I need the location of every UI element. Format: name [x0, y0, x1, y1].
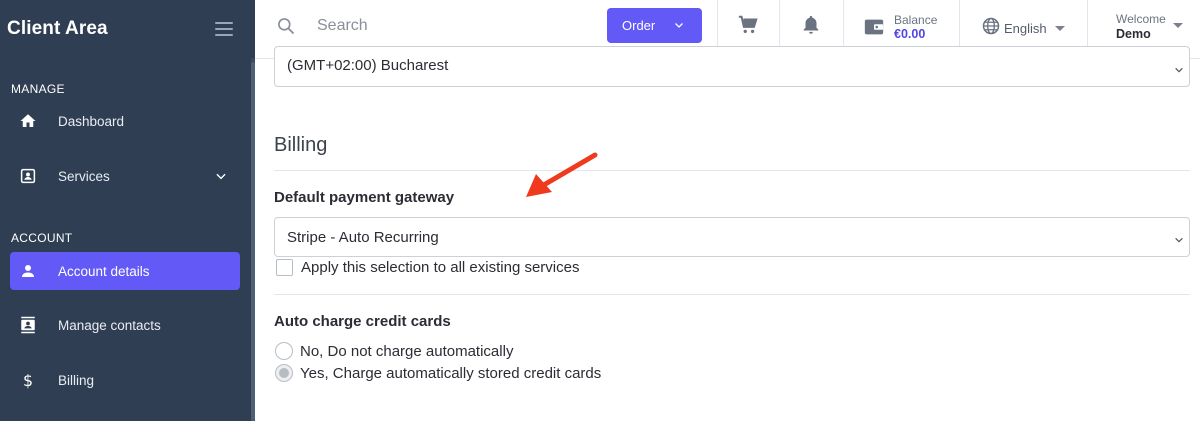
bell-icon[interactable] [800, 14, 822, 41]
sidebar-item-label: Dashboard [58, 113, 125, 129]
sidebar-header: Client Area [0, 0, 255, 58]
section-title-billing: Billing [274, 134, 328, 156]
chevron-down-icon [673, 19, 685, 34]
gateway-value: Stripe - Auto Recurring [287, 228, 439, 246]
divider [274, 170, 1190, 171]
sidebar: Client Area MANAGE Dashboard Services AC… [0, 0, 255, 421]
chevron-down-icon [1174, 232, 1184, 249]
welcome-label: Welcome [1116, 12, 1166, 26]
wallet-icon [863, 16, 885, 43]
order-button-label: Order [622, 18, 656, 33]
user-name: Demo [1116, 27, 1151, 41]
menu-toggle-icon[interactable] [215, 22, 233, 36]
radio-button[interactable] [275, 342, 293, 360]
search-input[interactable] [317, 14, 587, 38]
search-icon [276, 16, 296, 41]
language-selector[interactable]: English [981, 16, 1065, 41]
caret-down-icon [1173, 23, 1183, 28]
timezone-value: (GMT+02:00) Bucharest [287, 57, 449, 74]
contacts-icon [18, 315, 38, 335]
user-menu[interactable]: Welcome Demo [1116, 12, 1183, 41]
order-button[interactable]: Order [607, 8, 702, 43]
section-label-manage: MANAGE [11, 82, 65, 96]
section-label-account: ACCOUNT [11, 231, 73, 245]
services-icon [18, 166, 38, 186]
sidebar-item-label: Manage contacts [58, 317, 161, 333]
annotation-arrow-icon [526, 152, 598, 197]
brand-title: Client Area [7, 18, 108, 39]
language-label: English [1004, 21, 1047, 36]
caret-down-icon [1054, 26, 1065, 31]
timezone-select[interactable]: (GMT+02:00) Bucharest [274, 46, 1190, 87]
globe-icon [981, 16, 1001, 41]
user-icon [18, 261, 38, 281]
svg-text:$: $ [23, 371, 33, 390]
gateway-label: Default payment gateway [274, 189, 455, 206]
radio-option-auto-charge[interactable]: Yes, Charge automatically stored credit … [275, 364, 601, 382]
radio-label: No, Do not charge automatically [300, 342, 514, 360]
apply-all-checkbox[interactable] [276, 259, 293, 276]
sidebar-item-label: Account details [58, 263, 150, 279]
balance-value: €0.00 [894, 27, 926, 41]
sidebar-item-manage-contacts[interactable]: Manage contacts [10, 306, 240, 344]
main-content: (GMT+02:00) Bucharest Billing Default pa… [255, 46, 1200, 421]
chevron-down-icon [1174, 62, 1184, 79]
radio-button[interactable] [275, 364, 293, 382]
sidebar-item-dashboard[interactable]: Dashboard [10, 102, 240, 140]
apply-all-checkbox-row[interactable]: Apply this selection to all existing ser… [276, 259, 579, 276]
cart-icon[interactable] [737, 14, 759, 41]
payment-gateway-select[interactable]: Stripe - Auto Recurring [274, 217, 1190, 257]
chevron-down-icon[interactable] [214, 169, 228, 188]
radio-label: Yes, Charge automatically stored credit … [300, 364, 602, 382]
dollar-icon: $ [18, 370, 38, 390]
home-icon [18, 111, 38, 131]
apply-all-label: Apply this selection to all existing ser… [301, 259, 580, 276]
sidebar-item-billing[interactable]: $ Billing [10, 361, 240, 399]
sidebar-item-services[interactable]: Services [10, 157, 240, 195]
auto-charge-label: Auto charge credit cards [274, 313, 451, 330]
sidebar-item-label: Billing [58, 372, 95, 388]
divider [274, 294, 1190, 295]
sidebar-item-label: Services [58, 168, 110, 184]
sidebar-item-account-details[interactable]: Account details [10, 252, 240, 290]
balance-label: Balance [894, 13, 938, 27]
radio-option-no-charge[interactable]: No, Do not charge automatically [275, 342, 513, 360]
